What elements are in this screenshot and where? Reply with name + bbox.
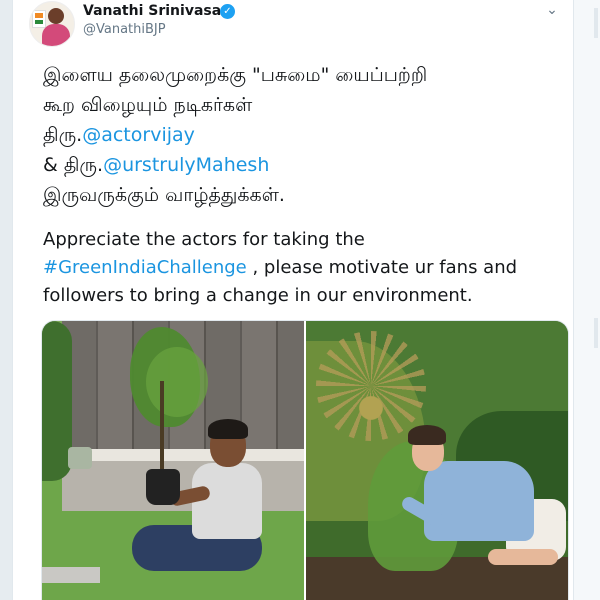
mention-link-urstrulymahesh[interactable]: @urstrulyMahesh [103,154,269,176]
mention-link-actorvijay[interactable]: @actorvijay [82,124,195,146]
party-flag-icon [32,10,46,28]
author-display-name[interactable]: Vanathi Srinivasan [83,3,231,19]
media-photo-actor-vijay[interactable] [42,321,304,600]
tweet-media-grid [41,320,569,600]
avatar[interactable] [29,1,75,47]
tweet-line: followers to bring a change in our envir… [43,285,473,306]
tweet-text-english: Appreciate the actors for taking the #Gr… [43,226,563,310]
author-handle[interactable]: @VanathiBJP [83,22,166,37]
hashtag-link-greenindiachallenge[interactable]: #GreenIndiaChallenge [43,257,247,278]
tweet-line: திரு.@actorvijay [43,120,563,150]
tweet-line: இருவருக்கும் வாழ்த்துக்கள். [43,184,285,206]
adjacent-column-edge [574,0,600,600]
page: Vanathi Srinivasan ✓ @VanathiBJP ⌄ இளைய … [0,0,600,600]
chevron-down-icon[interactable]: ⌄ [541,2,563,20]
tweet-line: & திரு.@urstrulyMahesh [43,150,563,180]
honorific-text: & திரு. [43,154,104,176]
media-photo-actor-mahesh[interactable] [306,321,568,600]
tweet-text-fragment: , please motivate ur fans and [246,257,518,278]
tweet-line: Appreciate the actors for taking the [43,229,365,250]
tweet-line: இளைய தலைமுறைக்கு "பசுமை" யைப்பற்றி [43,64,428,86]
tweet-card[interactable]: Vanathi Srinivasan ✓ @VanathiBJP ⌄ இளைய … [12,0,574,600]
tweet-line: கூற விழையும் நடிகர்கள் [43,94,253,116]
honorific-text: திரு. [43,124,83,146]
tweet-text-tamil: இளைய தலைமுறைக்கு "பசுமை" யைப்பற்றி கூற வ… [43,60,563,210]
verified-check-icon: ✓ [220,4,235,19]
tweet-line: #GreenIndiaChallenge , please motivate u… [43,254,563,282]
